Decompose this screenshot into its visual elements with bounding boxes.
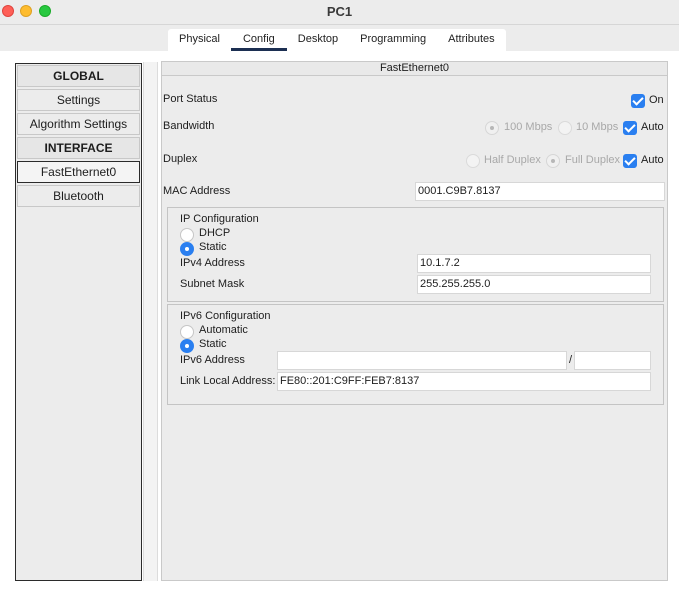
window-title: PC1: [326, 4, 353, 19]
link-local-address-field[interactable]: FE80::201:C9FF:FEB7:8137: [277, 372, 651, 391]
tab-programming[interactable]: Programming: [349, 29, 437, 51]
ipv4-address-label: IPv4 Address: [180, 257, 245, 269]
tab-bar: Physical Config Desktop Programming Attr…: [168, 29, 506, 51]
sidebar-item-settings[interactable]: Settings: [17, 89, 140, 111]
tab-physical[interactable]: Physical: [168, 29, 231, 51]
dhcp-label: DHCP: [199, 227, 231, 239]
tab-config[interactable]: Config: [230, 29, 287, 51]
static-ipv4-radio[interactable]: [180, 242, 194, 256]
static-ipv6-radio[interactable]: [180, 339, 194, 353]
tab-desktop[interactable]: Desktop: [287, 29, 349, 51]
sidebar-header-global: GLOBAL: [17, 65, 140, 87]
mac-address-label: MAC Address: [163, 185, 231, 197]
port-status-checkbox[interactable]: [631, 94, 645, 108]
sidebar: GLOBAL Settings Algorithm Settings INTER…: [15, 63, 142, 581]
bandwidth-10mbps-radio[interactable]: [558, 121, 572, 135]
bandwidth-100mbps-radio[interactable]: [485, 121, 499, 135]
ipv6-configuration-group: IPv6 Configuration Automatic Static IPv6…: [167, 304, 664, 405]
sidebar-scrollbar[interactable]: [143, 62, 158, 581]
tab-strip: Physical Config Desktop Programming Attr…: [0, 25, 679, 51]
bandwidth-auto-label: Auto: [641, 121, 664, 133]
mac-address-field[interactable]: 0001.C9B7.8137: [415, 182, 665, 201]
interface-content: FastEthernet0 Port Status On Bandwidth 1…: [161, 61, 668, 581]
ipv6-prefix-field[interactable]: [574, 351, 651, 370]
static-ipv4-label: Static: [199, 241, 227, 253]
sidebar-item-fastethernet0[interactable]: FastEthernet0: [17, 161, 140, 183]
port-status-on-label: On: [649, 94, 664, 106]
duplex-full-label: Full Duplex: [565, 154, 621, 166]
sidebar-item-bluetooth[interactable]: Bluetooth: [17, 185, 140, 207]
duplex-half-label: Half Duplex: [484, 154, 541, 166]
link-local-address-label: Link Local Address:: [180, 375, 276, 387]
ipv4-address-field[interactable]: 10.1.7.2: [417, 254, 651, 273]
bandwidth-label: Bandwidth: [163, 120, 215, 132]
ipv6-address-field[interactable]: [277, 351, 567, 370]
ipv6-configuration-title: IPv6 Configuration: [180, 310, 271, 322]
subnet-mask-label: Subnet Mask: [180, 278, 245, 290]
ip-configuration-group: IP Configuration DHCP Static IPv4 Addres…: [167, 207, 664, 302]
duplex-half-radio[interactable]: [466, 154, 480, 168]
ip-configuration-title: IP Configuration: [180, 213, 259, 225]
subnet-mask-field[interactable]: 255.255.255.0: [417, 275, 651, 294]
bandwidth-auto-checkbox[interactable]: [623, 121, 637, 135]
prefix-separator: /: [569, 354, 573, 366]
duplex-full-radio[interactable]: [546, 154, 560, 168]
bandwidth-10mbps-label: 10 Mbps: [576, 121, 619, 133]
static-ipv6-label: Static: [199, 338, 227, 350]
port-status-label: Port Status: [163, 93, 218, 105]
title-bar: PC1: [0, 0, 679, 25]
automatic-ipv6-radio[interactable]: [180, 325, 194, 339]
interface-title: FastEthernet0: [162, 62, 667, 76]
config-panel: GLOBAL Settings Algorithm Settings INTER…: [4, 51, 679, 614]
automatic-ipv6-label: Automatic: [199, 324, 248, 336]
ipv6-address-label: IPv6 Address: [180, 354, 245, 366]
bandwidth-100mbps-label: 100 Mbps: [504, 121, 553, 133]
tab-attributes[interactable]: Attributes: [437, 29, 505, 51]
dhcp-radio[interactable]: [180, 228, 194, 242]
duplex-label: Duplex: [163, 153, 198, 165]
sidebar-header-interface: INTERFACE: [17, 137, 140, 159]
duplex-auto-checkbox[interactable]: [623, 154, 637, 168]
duplex-auto-label: Auto: [641, 154, 664, 166]
sidebar-item-algorithm-settings[interactable]: Algorithm Settings: [17, 113, 140, 135]
